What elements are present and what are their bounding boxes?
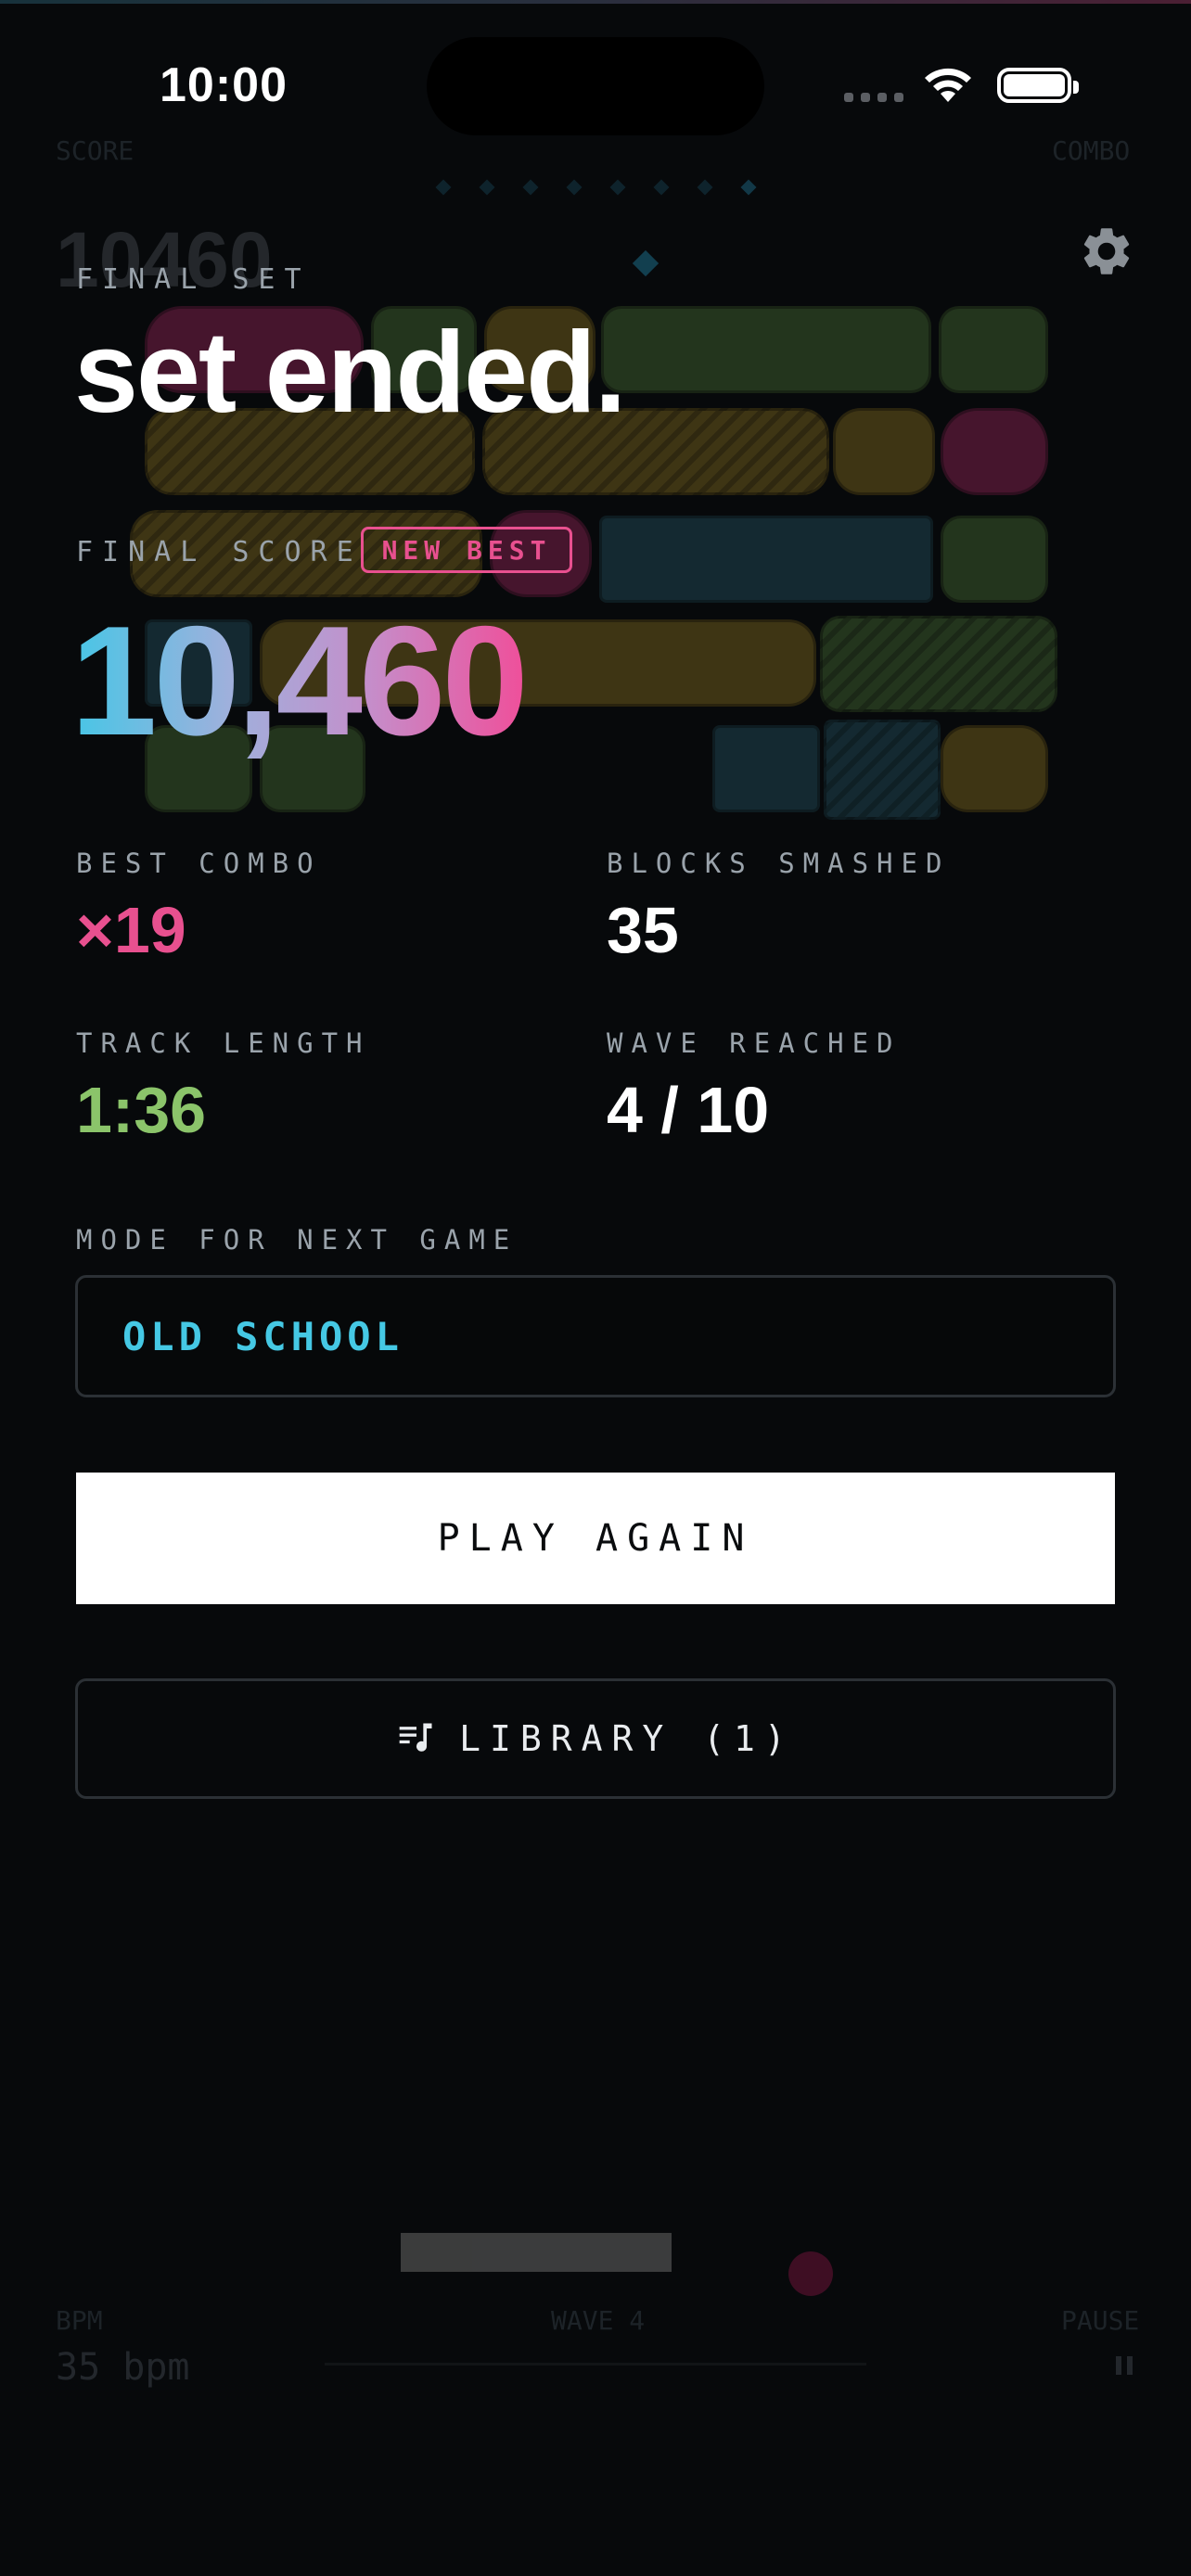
- results-eyebrow: FINAL SET: [76, 263, 311, 296]
- blocks-smashed-label: BLOCKS SMASHED: [607, 848, 951, 879]
- wave-reached-value: 4 / 10: [607, 1074, 770, 1146]
- gear-icon[interactable]: [1078, 223, 1135, 280]
- play-again-label: PLAY AGAIN: [437, 1517, 754, 1560]
- library-label: LIBRARY (1): [459, 1718, 795, 1759]
- mode-label: MODE FOR NEXT GAME: [76, 1224, 519, 1256]
- best-combo-value: ×19: [76, 894, 186, 966]
- blocks-smashed-value: 35: [607, 894, 679, 966]
- mode-selected-value: OLD SCHOOL: [122, 1313, 403, 1359]
- results-overlay: FINAL SET set ended. FINAL SCORE NEW BES…: [0, 0, 1191, 2576]
- mode-selector[interactable]: OLD SCHOOL: [75, 1275, 1116, 1397]
- wave-reached-label: WAVE REACHED: [607, 1027, 902, 1059]
- page-title: set ended.: [74, 309, 626, 437]
- new-best-badge: NEW BEST: [361, 527, 572, 573]
- best-combo-label: BEST COMBO: [76, 848, 322, 879]
- track-length-label: TRACK LENGTH: [76, 1027, 371, 1059]
- track-length-value: 1:36: [76, 1074, 207, 1146]
- final-score-value: 10,460: [70, 593, 529, 768]
- final-score-label: FINAL SCORE: [76, 536, 363, 568]
- play-again-button[interactable]: PLAY AGAIN: [76, 1473, 1115, 1604]
- library-button[interactable]: LIBRARY (1): [75, 1678, 1116, 1799]
- library-music-icon: [399, 1723, 432, 1752]
